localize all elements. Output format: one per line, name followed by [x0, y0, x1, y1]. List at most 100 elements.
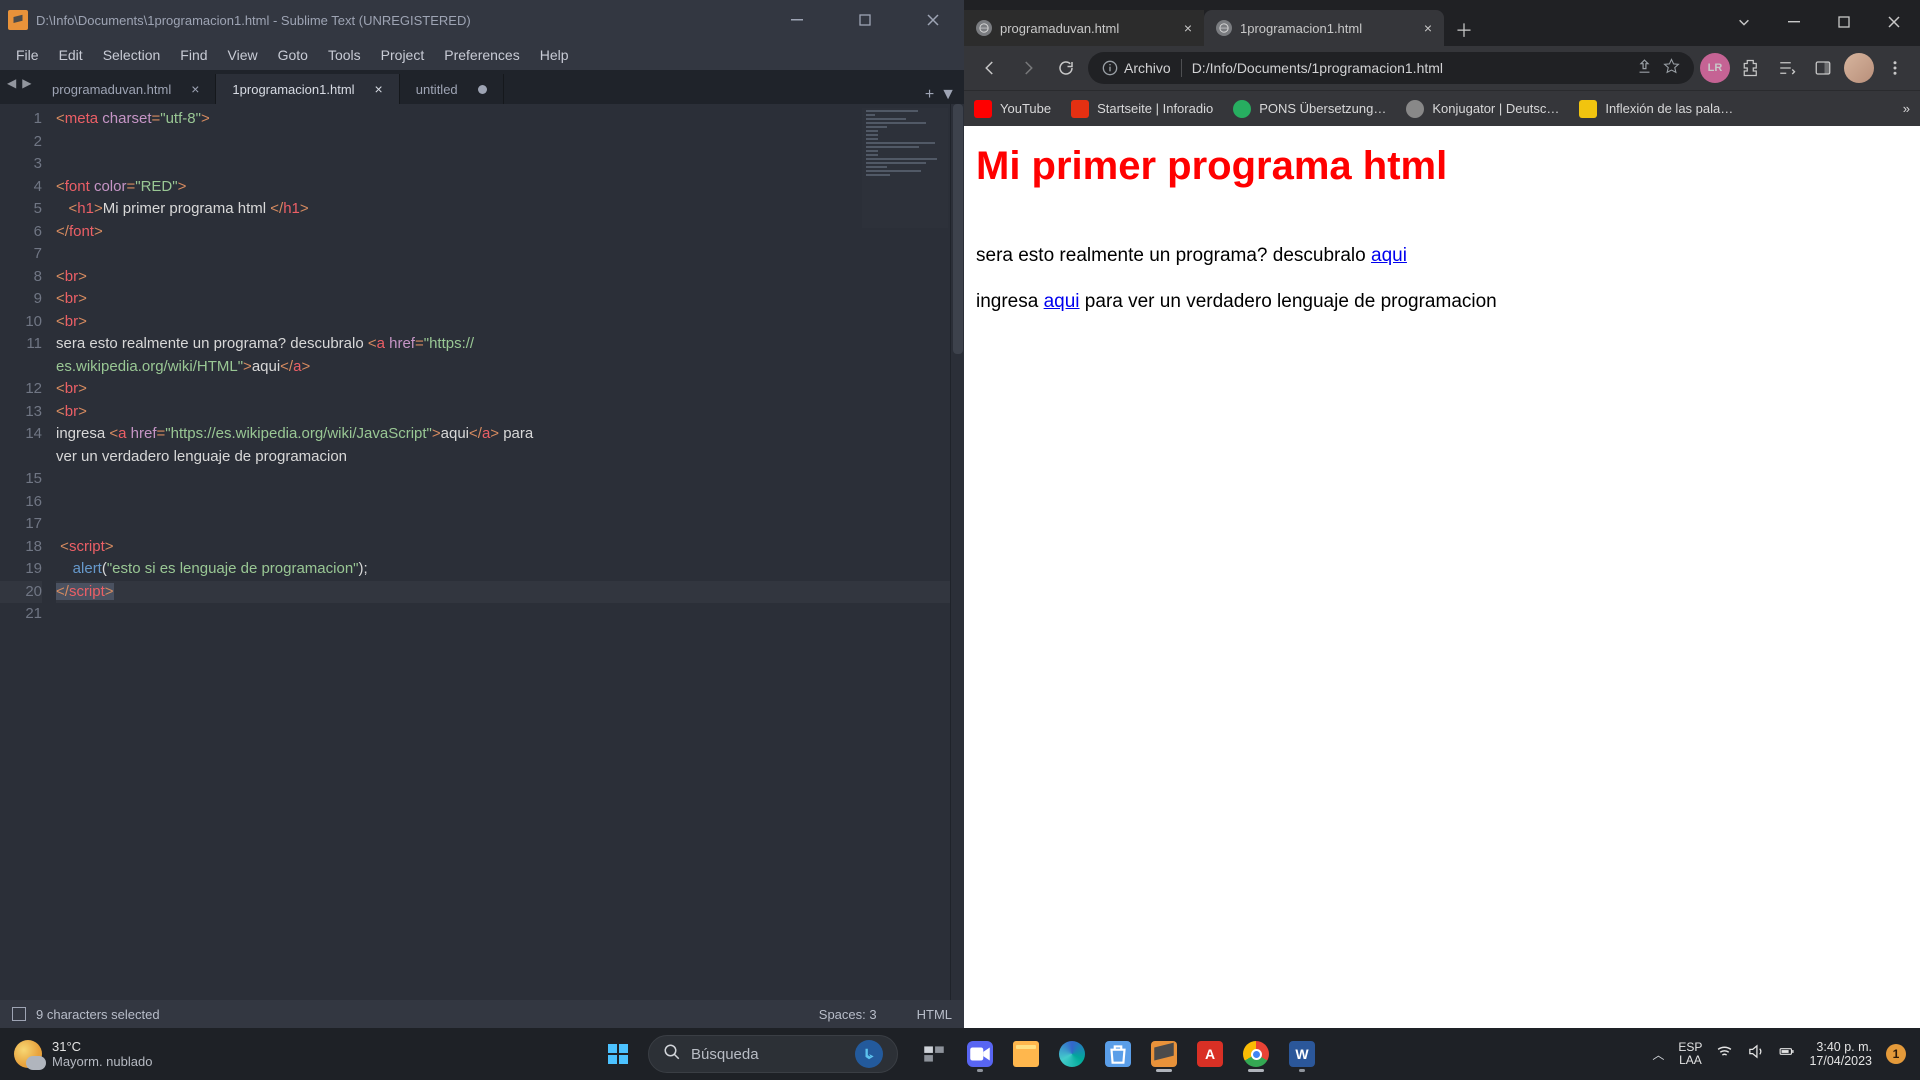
language-indicator[interactable]: ESPLAA — [1678, 1041, 1702, 1067]
vertical-scrollbar[interactable] — [950, 104, 964, 1000]
maximize-button[interactable] — [1824, 6, 1864, 38]
search-icon — [663, 1043, 681, 1066]
nav-fwd-icon[interactable]: ▶ — [19, 76, 34, 90]
app-chrome[interactable] — [1236, 1034, 1276, 1074]
bing-icon[interactable] — [855, 1040, 883, 1068]
tab-search-icon[interactable] — [1724, 6, 1764, 38]
close-tab-icon[interactable]: × — [375, 81, 383, 97]
forward-button[interactable] — [1012, 52, 1044, 84]
bookmark-favicon-icon — [1233, 100, 1251, 118]
url-text: D:/Info/Documents/1programacion1.html — [1192, 60, 1626, 76]
back-button[interactable] — [974, 52, 1006, 84]
chrome-toolbar: Archivo D:/Info/Documents/1programacion1… — [964, 46, 1920, 90]
minimize-button[interactable] — [1774, 6, 1814, 38]
bookmark-favicon-icon — [974, 100, 992, 118]
bookmark-item[interactable]: Inflexión de las pala… — [1579, 100, 1733, 118]
page-link[interactable]: aqui — [1044, 291, 1080, 312]
sublime-tabbar: ◀▶ programaduvan.html×1programacion1.htm… — [0, 70, 964, 104]
new-tab-button[interactable]: ＋ — [1448, 14, 1480, 46]
menu-view[interactable]: View — [218, 45, 268, 65]
app-edge[interactable] — [1052, 1034, 1092, 1074]
new-tab-button[interactable]: + — [925, 86, 934, 104]
app-word[interactable]: W — [1282, 1034, 1322, 1074]
editor-tab[interactable]: untitled — [400, 74, 504, 104]
gutter: 123456789101112131415161718192021 — [0, 104, 56, 1000]
bookmark-item[interactable]: Konjugator | Deutsc… — [1406, 100, 1559, 118]
extensions-icon[interactable] — [1736, 53, 1766, 83]
sublime-statusbar: 9 characters selected Spaces: 3 HTML — [0, 1000, 964, 1028]
volume-icon[interactable] — [1747, 1043, 1764, 1065]
app-meet[interactable] — [960, 1034, 1000, 1074]
menu-project[interactable]: Project — [371, 45, 435, 65]
bookmark-item[interactable]: PONS Übersetzung… — [1233, 100, 1386, 118]
menu-edit[interactable]: Edit — [49, 45, 93, 65]
chrome-menu-icon[interactable] — [1880, 53, 1910, 83]
taskview-button[interactable] — [914, 1034, 954, 1074]
app-sublime[interactable] — [1144, 1034, 1184, 1074]
minimap[interactable] — [862, 108, 948, 228]
close-button[interactable] — [1874, 6, 1914, 38]
sidepanel-icon[interactable] — [1808, 53, 1838, 83]
sublime-editor[interactable]: 123456789101112131415161718192021 <meta … — [0, 104, 964, 1000]
app-store[interactable] — [1098, 1034, 1138, 1074]
sublime-titlebar[interactable]: D:\Info\Documents\1programacion1.html - … — [0, 0, 964, 40]
editor-tab[interactable]: programaduvan.html× — [36, 74, 216, 104]
close-button[interactable] — [910, 0, 956, 40]
reading-list-icon[interactable] — [1772, 53, 1802, 83]
site-info-icon[interactable]: Archivo — [1102, 60, 1171, 76]
page-paragraph: ingresa aqui para ver un verdadero lengu… — [976, 291, 1908, 313]
menu-selection[interactable]: Selection — [93, 45, 171, 65]
taskbar-search[interactable]: Búsqueda — [648, 1035, 898, 1073]
menu-find[interactable]: Find — [170, 45, 217, 65]
bookmark-favicon-icon — [1579, 100, 1597, 118]
share-icon[interactable] — [1636, 58, 1653, 78]
bookmarks-overflow-icon[interactable]: » — [1903, 101, 1910, 116]
bookmark-favicon-icon — [1071, 100, 1089, 118]
sublime-menubar: FileEditSelectionFindViewGotoToolsProjec… — [0, 40, 964, 70]
editor-tab[interactable]: 1programacion1.html× — [216, 74, 399, 104]
syntax-status[interactable]: HTML — [917, 1007, 952, 1022]
menu-goto[interactable]: Goto — [268, 45, 318, 65]
menu-help[interactable]: Help — [530, 45, 579, 65]
page-heading: Mi primer programa html — [976, 144, 1908, 189]
page-paragraph: sera esto realmente un programa? descubr… — [976, 245, 1908, 267]
code-area[interactable]: <meta charset="utf-8"><font color="RED">… — [56, 104, 964, 1000]
favicon-icon — [1216, 20, 1232, 36]
favicon-icon — [976, 20, 992, 36]
notification-badge[interactable]: 1 — [1886, 1044, 1906, 1064]
app-explorer[interactable] — [1006, 1034, 1046, 1074]
browser-tab[interactable]: 1programacion1.html× — [1204, 10, 1444, 46]
bookmark-star-icon[interactable] — [1663, 58, 1680, 78]
close-tab-icon[interactable]: × — [1424, 20, 1432, 36]
bookmark-item[interactable]: YouTube — [974, 100, 1051, 118]
bookmark-item[interactable]: Startseite | Inforadio — [1071, 100, 1213, 118]
system-tray: ︿ ESPLAA 3:40 p. m.17/04/2023 1 — [1652, 1040, 1920, 1068]
maximize-button[interactable] — [842, 0, 888, 40]
browser-tab[interactable]: programaduvan.html× — [964, 10, 1204, 46]
omnibox[interactable]: Archivo D:/Info/Documents/1programacion1… — [1088, 52, 1694, 84]
weather-icon — [14, 1040, 42, 1068]
tray-overflow-icon[interactable]: ︿ — [1652, 1046, 1664, 1063]
extension-badge-icon[interactable]: LR — [1700, 53, 1730, 83]
close-tab-icon[interactable]: × — [1184, 20, 1192, 36]
weather-widget[interactable]: 31°CMayorm. nublado — [0, 1039, 166, 1069]
sidebar-toggle-icon[interactable] — [12, 1007, 26, 1021]
sublime-app-icon — [8, 10, 28, 30]
menu-file[interactable]: File — [6, 45, 49, 65]
start-button[interactable] — [598, 1034, 638, 1074]
profile-avatar[interactable] — [1844, 53, 1874, 83]
nav-back-icon[interactable]: ◀ — [4, 76, 19, 90]
app-acrobat[interactable]: A — [1190, 1034, 1230, 1074]
indent-status[interactable]: Spaces: 3 — [819, 1007, 877, 1022]
close-tab-icon[interactable]: × — [191, 81, 199, 97]
menu-tools[interactable]: Tools — [318, 45, 371, 65]
battery-icon[interactable] — [1778, 1043, 1795, 1065]
wifi-icon[interactable] — [1716, 1043, 1733, 1065]
page-link[interactable]: aqui — [1371, 245, 1407, 266]
reload-button[interactable] — [1050, 52, 1082, 84]
menu-preferences[interactable]: Preferences — [434, 45, 529, 65]
clock[interactable]: 3:40 p. m.17/04/2023 — [1809, 1040, 1872, 1068]
minimize-button[interactable] — [774, 0, 820, 40]
tab-dropdown-icon[interactable]: ▼ — [940, 86, 956, 104]
taskbar: 31°CMayorm. nublado Búsqueda A W ︿ — [0, 1028, 1920, 1080]
